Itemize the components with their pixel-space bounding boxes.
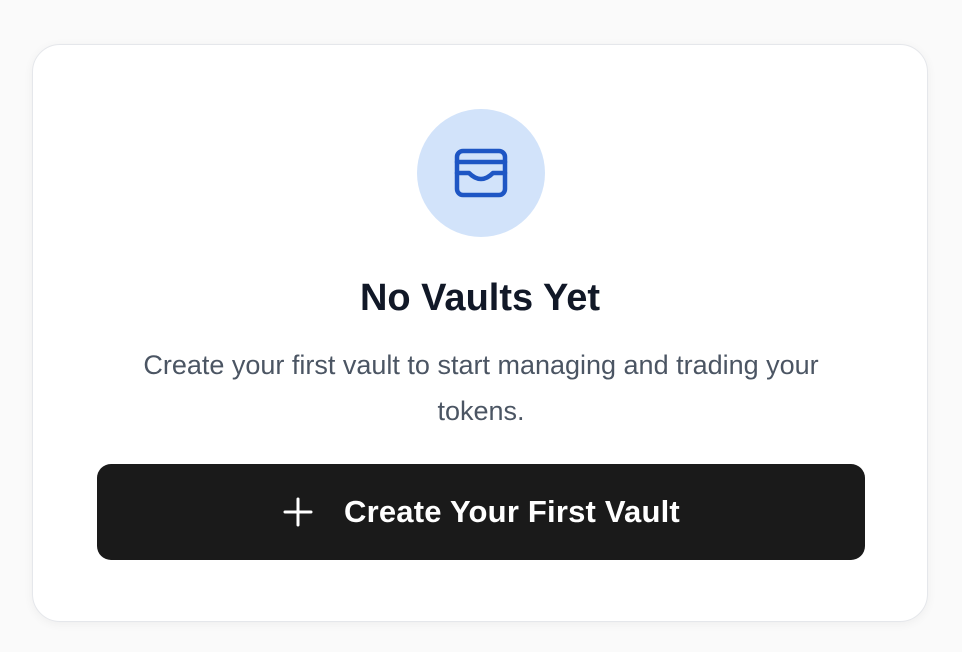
vault-icon-badge [417,109,545,237]
empty-state-title: No Vaults Yet [359,277,601,319]
create-first-vault-label: Create Your First Vault [344,494,680,529]
empty-state-description: Create your first vault to start managin… [143,350,819,426]
create-first-vault-button[interactable]: Create Your First Vault [97,464,865,560]
plus-icon [282,496,314,528]
wallet-icon [454,148,508,198]
empty-state-card: No Vaults Yet Create your first vault to… [32,44,928,622]
